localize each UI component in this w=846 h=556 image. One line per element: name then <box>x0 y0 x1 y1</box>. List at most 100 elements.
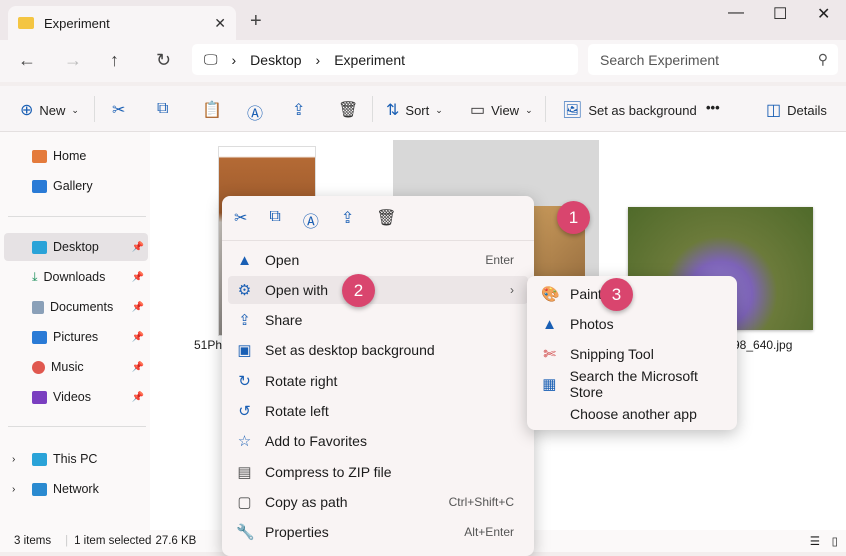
divider <box>222 240 534 241</box>
sidebar-item-pictures[interactable]: Pictures 📌 <box>4 323 148 351</box>
pin-icon[interactable]: 📌 <box>132 302 144 313</box>
step-badge-1: 1 <box>557 201 590 234</box>
details-view-icon[interactable]: ☰ <box>810 534 820 548</box>
sidebar-item-desktop[interactable]: Desktop 📌 <box>4 233 148 261</box>
music-icon <box>32 360 45 374</box>
folder-icon <box>18 17 34 29</box>
wallpaper-icon: ▣ <box>237 342 252 359</box>
details-button[interactable]: ◫ Details <box>766 100 827 120</box>
view-button[interactable]: ▭ View ⌄ <box>470 100 533 120</box>
chevron-right-icon[interactable]: › <box>12 484 15 495</box>
pin-icon[interactable]: 📌 <box>132 332 144 343</box>
menu-item-open-with[interactable]: ⚙ Open with › <box>228 276 528 304</box>
submenu-item-snipping-tool[interactable]: ✄ Snipping Tool <box>533 340 731 368</box>
menu-item-add-to-favorites[interactable]: ☆ Add to Favorites <box>228 427 528 455</box>
details-label: Details <box>787 102 827 118</box>
documents-icon <box>32 300 44 314</box>
tiles-view-icon[interactable]: ▯ <box>832 534 838 548</box>
forward-button[interactable]: → <box>64 50 82 71</box>
refresh-button[interactable]: ↻ <box>156 50 171 71</box>
copy-button[interactable]: ⧉ <box>157 100 168 118</box>
copy-icon[interactable]: ⧉ <box>269 208 280 232</box>
sort-button[interactable]: ⇅ Sort ⌄ <box>386 100 443 120</box>
divider <box>545 96 546 122</box>
paste-button[interactable]: 📋 <box>202 100 222 120</box>
sidebar-item-documents[interactable]: Documents 📌 <box>4 293 148 321</box>
back-button[interactable]: ← <box>18 50 36 71</box>
close-window-button[interactable]: ✕ <box>817 4 830 24</box>
menu-item-rotate-right[interactable]: ↻ Rotate right <box>228 367 528 395</box>
sidebar-item-music[interactable]: Music 📌 <box>4 353 148 381</box>
menu-item-copy-as-path[interactable]: ▢ Copy as path Ctrl+Shift+C <box>228 488 528 516</box>
label: Music <box>51 360 84 374</box>
rename-icon[interactable]: Ⓐ <box>303 208 319 232</box>
gallery-icon <box>32 179 47 193</box>
pin-icon[interactable]: 📌 <box>132 272 144 283</box>
store-icon: ▦ <box>542 376 557 393</box>
menu-item-rotate-left[interactable]: ↺ Rotate left <box>228 397 528 425</box>
snipping-tool-icon: ✄ <box>543 346 556 363</box>
navigation-pane: Home Gallery Desktop 📌 ⤓ Downloads 📌 Docume… <box>0 132 150 532</box>
chevron-right-icon[interactable]: › <box>12 454 15 465</box>
label: Home <box>53 149 87 163</box>
share-button[interactable]: ⇪ <box>292 100 305 120</box>
label: Snipping Tool <box>570 346 654 362</box>
more-icon: ••• <box>706 100 720 115</box>
pin-icon[interactable]: 📌 <box>132 362 144 373</box>
delete-icon[interactable]: 🗑 <box>376 208 396 232</box>
sidebar-item-home[interactable]: Home <box>4 142 148 170</box>
cut-button[interactable]: ✂ <box>112 100 125 120</box>
sidebar-item-network[interactable]: › Network <box>4 475 148 503</box>
label: Properties <box>265 524 329 540</box>
up-button[interactable]: ↑ <box>110 50 119 71</box>
new-tab-button[interactable]: + <box>250 10 262 33</box>
step-badge-3: 3 <box>600 278 633 311</box>
more-button[interactable]: ••• <box>706 100 720 115</box>
file-name: 98_640.jpg <box>733 338 793 352</box>
label: Share <box>265 312 303 328</box>
share-icon[interactable]: ⇪ <box>341 208 354 232</box>
submenu-item-photos[interactable]: ▲ Photos <box>533 310 731 338</box>
desktop-icon <box>32 240 47 254</box>
sidebar-item-gallery[interactable]: Gallery <box>4 172 148 200</box>
rotate-right-icon: ↻ <box>238 373 251 390</box>
minimize-button[interactable]: — <box>728 4 744 22</box>
menu-item-open[interactable]: ▲ Open Enter <box>228 246 528 274</box>
submenu-item-microsoft-store[interactable]: ▦ Search the Microsoft Store <box>533 368 731 400</box>
pin-icon[interactable]: 📌 <box>132 392 144 403</box>
menu-item-compress-zip[interactable]: ▤ Compress to ZIP file <box>228 458 528 486</box>
sidebar-item-videos[interactable]: Videos 📌 <box>4 383 148 411</box>
pin-icon[interactable]: 📌 <box>132 242 144 253</box>
breadcrumb-experiment[interactable]: Experiment <box>334 52 405 68</box>
sidebar-item-this-pc[interactable]: › This PC <box>4 445 148 473</box>
new-button[interactable]: ⊕ New ⌄ <box>20 100 79 120</box>
command-bar: ⊕ New ⌄ ✂ ⧉ 📋 Ⓐ ⇪ 🗑 ⇅ Sort ⌄ ▭ View ⌄ 🖼 Set as … <box>0 86 846 132</box>
selection-count: 1 item selected <box>74 535 152 547</box>
search-icon: ⚲ <box>817 51 828 67</box>
maximize-button[interactable]: ☐ <box>773 4 787 24</box>
delete-button[interactable]: 🗑 <box>338 100 358 120</box>
wrench-icon: 🔧 <box>236 524 255 541</box>
menu-item-set-desktop-background[interactable]: ▣ Set as desktop background <box>228 336 528 364</box>
tab-experiment[interactable]: Experiment ✕ <box>8 6 236 40</box>
divider <box>94 96 95 122</box>
pictures-icon <box>32 330 47 344</box>
set-as-background-button[interactable]: 🖼 Set as background <box>562 100 697 120</box>
shortcut: Alt+Enter <box>464 525 514 539</box>
rename-button[interactable]: Ⓐ <box>247 100 263 124</box>
new-label: New <box>39 102 66 118</box>
address-bar[interactable]: 🖵 › Desktop › Experiment <box>192 44 578 75</box>
cut-icon[interactable]: ✂ <box>234 208 247 232</box>
selection-size: 27.6 KB <box>155 535 197 547</box>
breadcrumb-desktop[interactable]: Desktop <box>250 52 301 68</box>
sidebar-item-downloads[interactable]: ⤓ Downloads 📌 <box>4 263 148 291</box>
label: Documents <box>50 300 114 314</box>
label: Rotate left <box>265 403 329 419</box>
submenu-item-choose-another-app[interactable]: Choose another app <box>533 400 731 428</box>
search-input[interactable]: Search Experiment ⚲ <box>588 44 838 75</box>
close-tab-icon[interactable]: ✕ <box>214 15 226 32</box>
menu-item-share[interactable]: ⇪ Share <box>228 306 528 334</box>
home-icon <box>32 149 47 163</box>
details-pane-icon: ◫ <box>766 102 782 119</box>
menu-item-properties[interactable]: 🔧 Properties Alt+Enter <box>228 518 528 546</box>
